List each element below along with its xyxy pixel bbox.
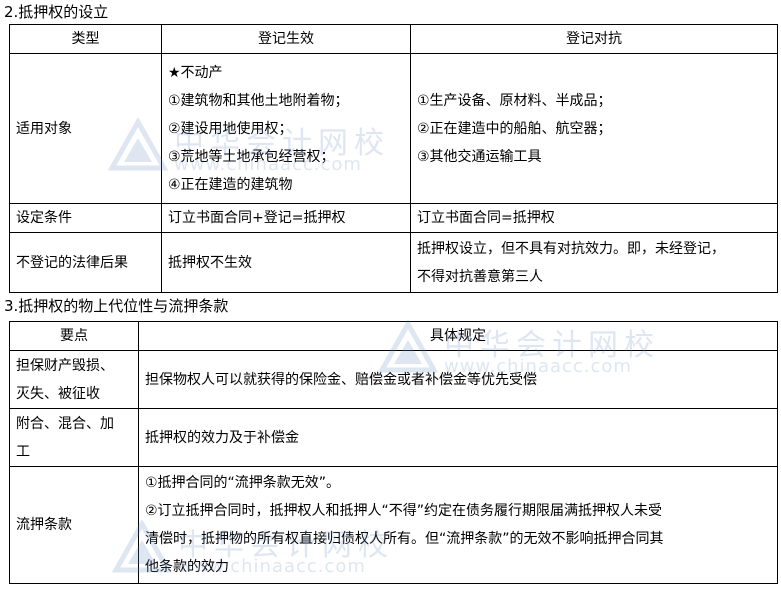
table-header-row: 要点 具体规定 — [9, 321, 778, 351]
section-2-heading: 3.抵押权的物上代位性与流押条款 — [4, 297, 229, 315]
subrogation-forfeiture-table: 要点 具体规定 担保财产毁损、 灭失、被征收 担保物权人可以就获得的保险金、赔偿… — [9, 321, 778, 584]
text-line: ②订立抵押合同时，抵押权人和抵押人“不得”约定在债务履行期限届满抵押权人未受 — [145, 503, 663, 519]
cell-effective-consequences: 抵押权不生效 — [161, 232, 411, 293]
text-line: 他条款的效力 — [145, 559, 229, 575]
row-label-applicable-objects: 适用对象 — [9, 53, 162, 204]
list-item: ④正在建造的建筑物 — [168, 176, 293, 193]
list-item: ③荒地等土地承包经营权； — [168, 148, 335, 165]
list-item: ③其他交通运输工具 — [417, 148, 542, 165]
row-label-conditions: 设定条件 — [9, 203, 162, 233]
cell-opposable-objects: ①生产设备、原材料、半成品； ②正在建造中的船舶、航空器； ③其他交通运输工具 — [410, 53, 778, 204]
cell-effective-conditions: 订立书面合同+登记=抵押权 — [161, 203, 411, 233]
table-row: 担保财产毁损、 灭失、被征收 担保物权人可以就获得的保险金、赔偿金或者补偿金等优… — [9, 350, 778, 409]
cell-opposable-consequences: 抵押权设立，但不具有对抗效力。即，未经登记， 不得对抗善意第三人 — [410, 232, 778, 293]
text-line: 附合、混合、加 — [16, 415, 114, 432]
row-label-forfeiture-clause: 流押条款 — [9, 466, 139, 584]
row-label-consequences: 不登记的法律后果 — [9, 232, 162, 293]
header-registration-opposable: 登记对抗 — [410, 24, 778, 54]
row-label-damage: 担保财产毁损、 灭失、被征收 — [9, 350, 139, 409]
table-row: 附合、混合、加 工 抵押权的效力及于补偿金 — [9, 408, 778, 467]
cell-damage-rule: 担保物权人可以就获得的保险金、赔偿金或者补偿金等优先受偿 — [138, 350, 778, 409]
header-type: 类型 — [9, 24, 162, 54]
table-row: 适用对象 ★不动产 ①建筑物和其他土地附着物； ②建设用地使用权； ③荒地等土地… — [9, 53, 778, 204]
cell-forfeiture-rule: ①抵押合同的“流押条款无效”。 ②订立抵押合同时，抵押权人和抵押人“不得”约定在… — [138, 466, 778, 584]
text-line: ①抵押合同的“流押条款无效”。 — [145, 475, 341, 491]
table-row: 流押条款 ①抵押合同的“流押条款无效”。 ②订立抵押合同时，抵押权人和抵押人“不… — [9, 466, 778, 584]
row-label-accession: 附合、混合、加 工 — [9, 408, 139, 467]
text-line: 不得对抗善意第三人 — [417, 268, 543, 285]
mortgage-establishment-table: 类型 登记生效 登记对抗 适用对象 ★不动产 ①建筑物和其他土地附着物； ②建设… — [9, 24, 778, 293]
text-line: 抵押权设立，但不具有对抗效力。即，未经登记， — [417, 240, 725, 257]
cell-accession-rule: 抵押权的效力及于补偿金 — [138, 408, 778, 467]
list-item: ★不动产 — [168, 64, 223, 81]
list-item: ①建筑物和其他土地附着物； — [168, 92, 349, 109]
text-line: 工 — [16, 443, 30, 460]
header-registration-effective: 登记生效 — [161, 24, 411, 54]
cell-effective-objects: ★不动产 ①建筑物和其他土地附着物； ②建设用地使用权； ③荒地等土地承包经营权… — [161, 53, 411, 204]
section-1-heading: 2.抵押权的设立 — [4, 3, 109, 21]
header-key-point: 要点 — [9, 321, 139, 351]
header-specific-rules: 具体规定 — [138, 321, 778, 351]
text-line: 清偿时，抵押物的所有权直接归债权人所有。但“流押条款”的无效不影响抵押合同其 — [145, 531, 664, 547]
text-line: 灭失、被征收 — [16, 385, 100, 402]
list-item: ②正在建造中的船舶、航空器； — [417, 120, 612, 137]
text-line: 担保财产毁损、 — [16, 357, 114, 374]
cell-opposable-conditions: 订立书面合同=抵押权 — [410, 203, 778, 233]
table-header-row: 类型 登记生效 登记对抗 — [9, 24, 778, 54]
table-row: 设定条件 订立书面合同+登记=抵押权 订立书面合同=抵押权 — [9, 203, 778, 233]
list-item: ①生产设备、原材料、半成品； — [417, 92, 612, 109]
list-item: ②建设用地使用权； — [168, 120, 293, 137]
table-row: 不登记的法律后果 抵押权不生效 抵押权设立，但不具有对抗效力。即，未经登记， 不… — [9, 232, 778, 293]
